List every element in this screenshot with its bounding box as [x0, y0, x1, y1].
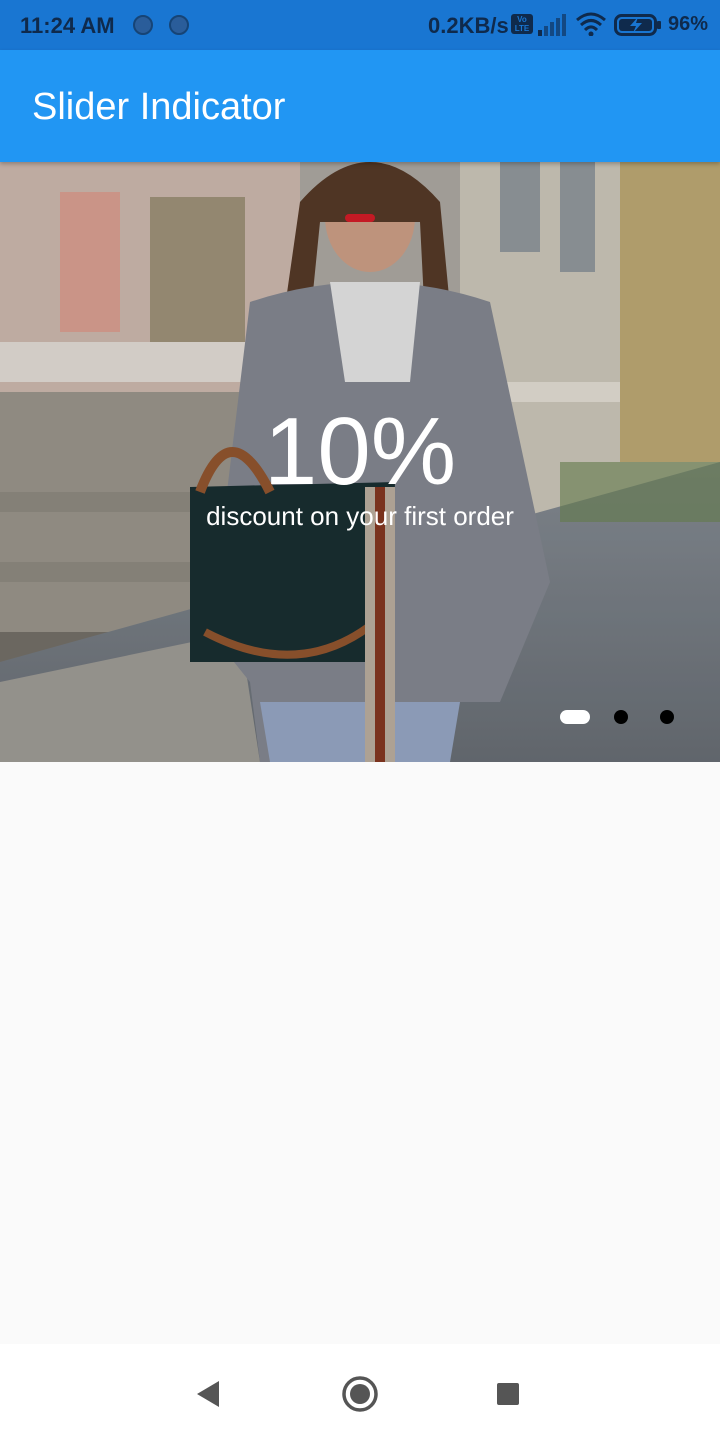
back-icon[interactable] — [188, 1374, 228, 1414]
navigation-bar — [0, 1344, 720, 1440]
status-bar: 11:24 AM 0.2KB/s Vo LTE 96% — [0, 0, 720, 50]
wifi-icon — [576, 12, 606, 36]
network-speed: 0.2KB/s — [428, 13, 509, 38]
indicator-active[interactable] — [560, 710, 590, 724]
slide-subline: discount on your first order — [206, 501, 514, 531]
app-bar: Slider Indicator — [0, 50, 720, 162]
battery-percent: 96% — [668, 13, 709, 35]
home-icon[interactable] — [340, 1374, 380, 1414]
battery-charging-icon — [614, 14, 661, 36]
slide-headline: 10% — [263, 398, 457, 505]
recents-icon[interactable] — [488, 1374, 528, 1414]
page-title: Slider Indicator — [32, 86, 286, 128]
indicator-dot[interactable] — [660, 710, 674, 724]
volte-icon: Vo LTE — [511, 14, 533, 34]
notification-dot-icon — [169, 15, 189, 35]
image-slider[interactable]: 10% discount on your first order — [0, 162, 720, 762]
slider-indicators — [560, 710, 674, 724]
status-time: 11:24 AM — [20, 13, 115, 38]
signal-icon — [538, 14, 566, 36]
notification-dot-icon — [133, 15, 153, 35]
page-body — [0, 762, 720, 1344]
indicator-dot[interactable] — [614, 710, 628, 724]
